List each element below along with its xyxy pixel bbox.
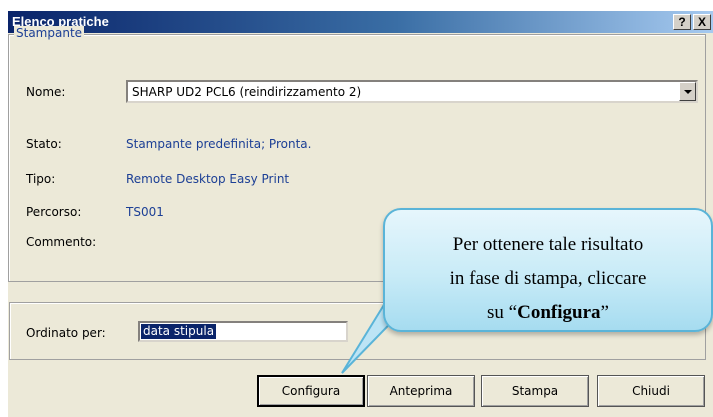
callout-line-3-suffix: ” (600, 302, 609, 323)
chevron-down-icon[interactable] (679, 82, 696, 101)
path-label: Percorso: (26, 205, 82, 219)
printer-name-value: SHARP UD2 PCL6 (reindirizzamento 2) (132, 85, 362, 99)
close-button[interactable]: Chiudi (597, 375, 705, 407)
sort-select-value: data stipula (141, 324, 217, 339)
close-window-button[interactable]: X (693, 14, 711, 30)
path-value: TS001 (126, 205, 164, 219)
callout-line-3: su “Configura” (385, 302, 711, 324)
printer-name-select[interactable]: SHARP UD2 PCL6 (reindirizzamento 2) (126, 80, 698, 103)
printer-name-label: Nome: (26, 85, 65, 99)
status-label: Stato: (26, 137, 62, 151)
callout-line-3-bold: Configura (517, 302, 601, 323)
title-bar: Elenco pratiche ? X (8, 11, 713, 33)
comment-label: Commento: (26, 235, 97, 249)
callout-line-2: in fase di stampa, cliccare (449, 268, 647, 289)
type-value: Remote Desktop Easy Print (126, 172, 290, 186)
type-label: Tipo: (26, 172, 56, 186)
callout-line-3-prefix: su “ (487, 302, 518, 323)
printer-name-label-text: Nome: (26, 85, 66, 99)
status-value: Stampante predefinita; Pronta. (126, 137, 312, 151)
callout-line-1: Per ottenere tale risultato (452, 234, 644, 255)
callout-bubble: Per ottenere tale risultato in fase di s… (383, 208, 713, 332)
printer-group-legend: Stampante (14, 26, 85, 40)
sort-select[interactable]: data stipula (138, 321, 348, 342)
print-button[interactable]: Stampa (481, 375, 589, 407)
sort-label: Ordinato per: (26, 326, 106, 340)
help-button[interactable]: ? (673, 14, 691, 30)
